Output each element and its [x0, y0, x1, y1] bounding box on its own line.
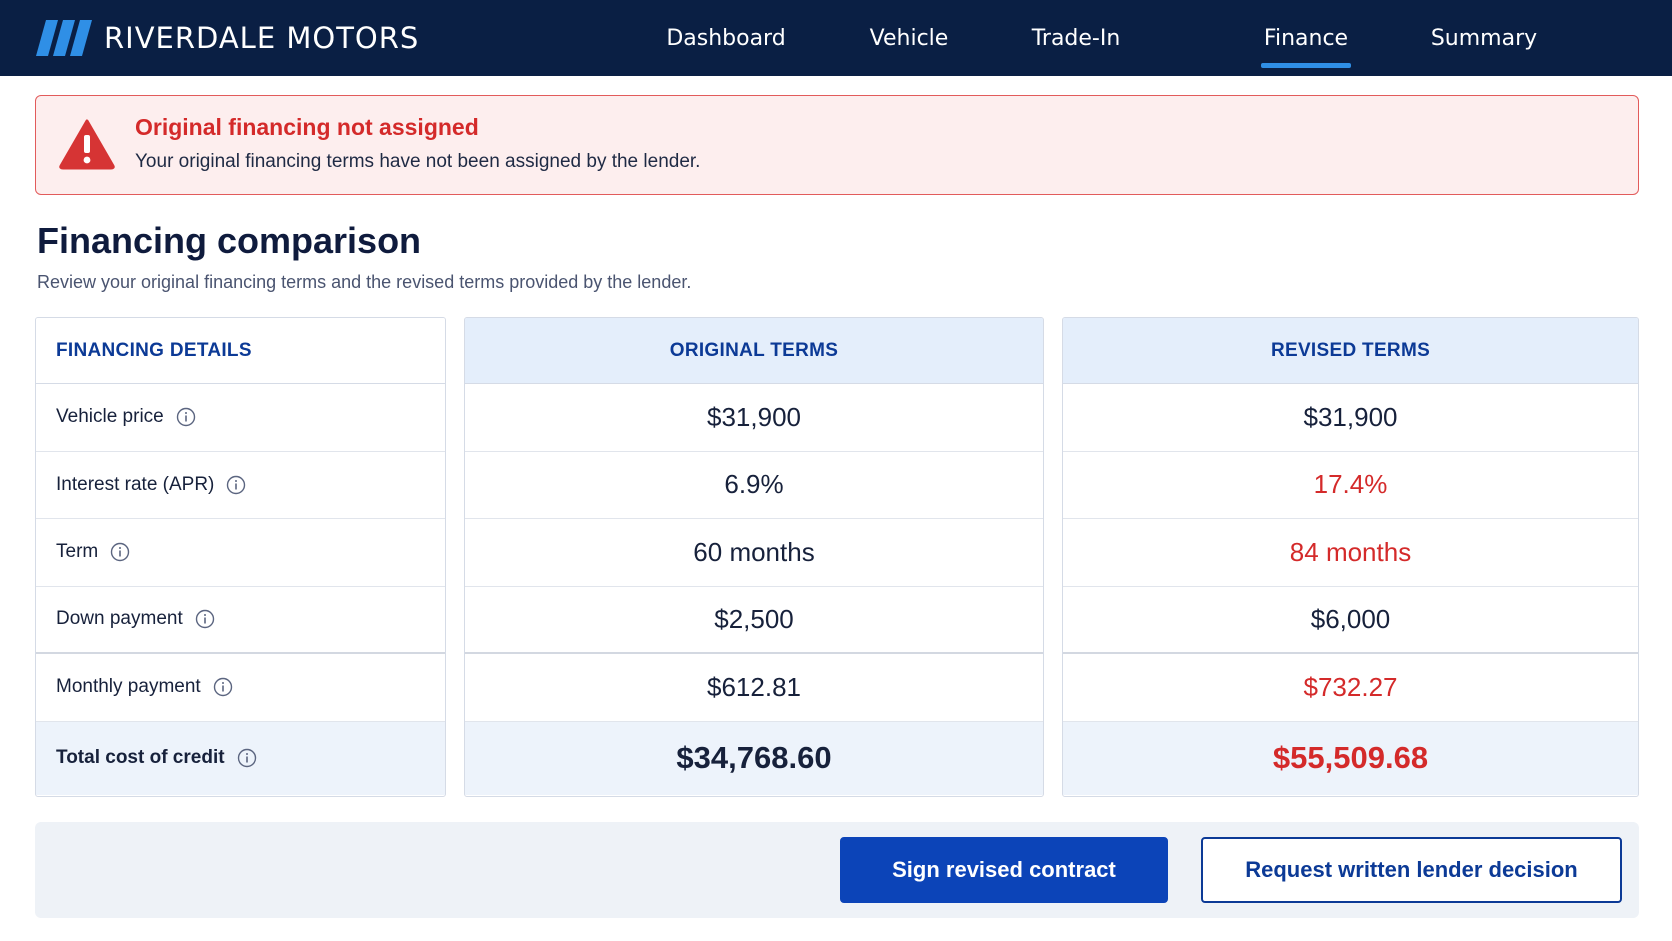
top-navigation-bar: RIVERDALE MOTORS Dashboard Vehicle Trade… [0, 0, 1672, 76]
sign-revised-contract-button[interactable]: Sign revised contract [840, 837, 1168, 903]
info-icon[interactable] [226, 475, 246, 495]
request-lender-decision-button[interactable]: Request written lender decision [1201, 837, 1622, 903]
nav-item-finance[interactable]: Finance [1261, 0, 1351, 76]
table-cell-original: $2,500 [465, 587, 1043, 654]
info-icon[interactable] [176, 407, 196, 427]
original-terms-column: ORIGINAL TERMS $31,900 6.9% 60 months $2… [464, 317, 1044, 797]
alert-message: Your original financing terms have not b… [135, 151, 701, 172]
table-row-total: Total cost of credit [36, 721, 445, 795]
error-alert: Original financing not assigned Your ori… [35, 95, 1639, 195]
row-label: Monthly payment [56, 676, 201, 698]
table-row: Monthly payment [36, 654, 445, 722]
info-icon[interactable] [213, 677, 233, 697]
table-cell-original: 6.9% [465, 452, 1043, 519]
row-label: Vehicle price [56, 406, 164, 428]
nav-item-trade-in[interactable]: Trade-In [1017, 0, 1135, 76]
page-title: Financing comparison [37, 220, 422, 261]
table-row: Vehicle price [36, 384, 445, 452]
action-bar: Sign revised contract Request written le… [35, 822, 1639, 918]
table-cell-revised: $732.27 [1063, 654, 1638, 722]
row-label: Total cost of credit [56, 747, 225, 768]
financing-details-column: FINANCING DETAILS Vehicle price Interest… [35, 317, 446, 797]
brand[interactable]: RIVERDALE MOTORS [36, 18, 419, 58]
info-icon[interactable] [110, 542, 130, 562]
nav-item-dashboard[interactable]: Dashboard [666, 0, 785, 76]
alert-title: Original financing not assigned [135, 114, 479, 140]
nav-item-summary[interactable]: Summary [1431, 0, 1537, 76]
table-cell-original-total: $34,768.60 [465, 721, 1043, 795]
table-row: Down payment [36, 587, 445, 654]
nav-item-vehicle[interactable]: Vehicle [860, 0, 958, 76]
warning-icon [59, 119, 115, 170]
financing-details-header: FINANCING DETAILS [36, 318, 445, 384]
row-label: Interest rate (APR) [56, 473, 215, 495]
table-row: Term [36, 519, 445, 587]
info-icon[interactable] [195, 609, 215, 629]
info-icon[interactable] [237, 748, 257, 768]
page-subtitle: Review your original financing terms and… [37, 272, 692, 292]
table-cell-original: 60 months [465, 519, 1043, 587]
table-cell-revised: $6,000 [1063, 587, 1638, 654]
revised-terms-header: REVISED TERMS [1063, 318, 1638, 384]
revised-terms-column: REVISED TERMS $31,900 17.4% 84 months $6… [1062, 317, 1639, 797]
table-cell-revised: 84 months [1063, 519, 1638, 587]
table-cell-revised-total: $55,509.68 [1063, 721, 1638, 795]
table-cell-original: $612.81 [465, 654, 1043, 722]
table-cell-revised: $31,900 [1063, 384, 1638, 452]
table-row: Interest rate (APR) [36, 452, 445, 519]
table-cell-revised: 17.4% [1063, 452, 1638, 519]
row-label: Down payment [56, 608, 183, 630]
row-label: Term [56, 541, 99, 563]
brand-name: RIVERDALE MOTORS [104, 21, 420, 55]
table-cell-original: $31,900 [465, 384, 1043, 452]
stripes-logo-icon [36, 20, 92, 56]
original-terms-header: ORIGINAL TERMS [465, 318, 1043, 384]
